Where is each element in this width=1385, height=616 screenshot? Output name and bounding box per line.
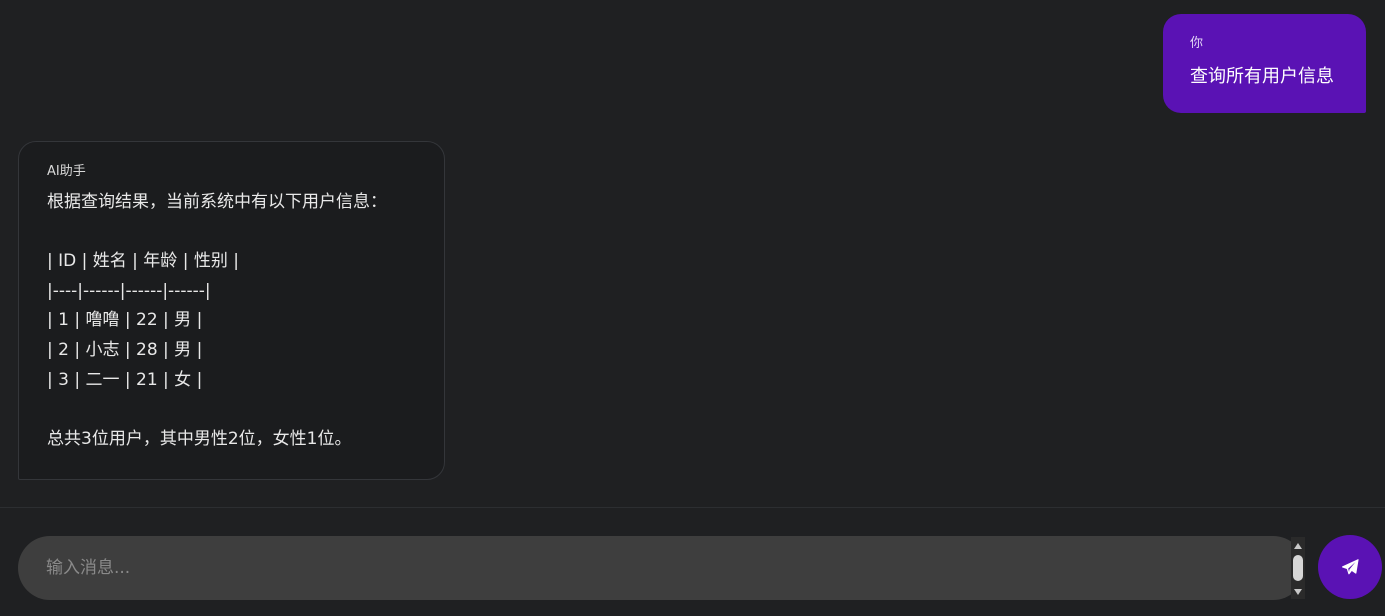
send-button[interactable] <box>1318 535 1382 599</box>
input-scrollbar[interactable] <box>1291 537 1305 599</box>
scroll-up-arrow-icon[interactable] <box>1294 543 1302 549</box>
chat-messages-area: 你 查询所有用户信息 AI助手 根据查询结果，当前系统中有以下用户信息： | I… <box>0 0 1385 507</box>
message-text: 根据查询结果，当前系统中有以下用户信息： | ID | 姓名 | 年龄 | 性别… <box>47 192 387 449</box>
scroll-down-arrow-icon[interactable] <box>1294 589 1302 595</box>
assistant-message-bubble: AI助手 根据查询结果，当前系统中有以下用户信息： | ID | 姓名 | 年龄… <box>18 141 445 480</box>
message-sender-label: 你 <box>1190 36 1204 51</box>
paper-plane-icon <box>1341 559 1359 575</box>
user-message-bubble: 你 查询所有用户信息 <box>1163 14 1366 113</box>
message-text: 查询所有用户信息 <box>1190 66 1334 87</box>
message-input[interactable] <box>18 536 1305 600</box>
scrollbar-thumb[interactable] <box>1293 555 1303 581</box>
message-composer <box>0 508 1385 616</box>
message-sender-label: AI助手 <box>47 164 86 179</box>
